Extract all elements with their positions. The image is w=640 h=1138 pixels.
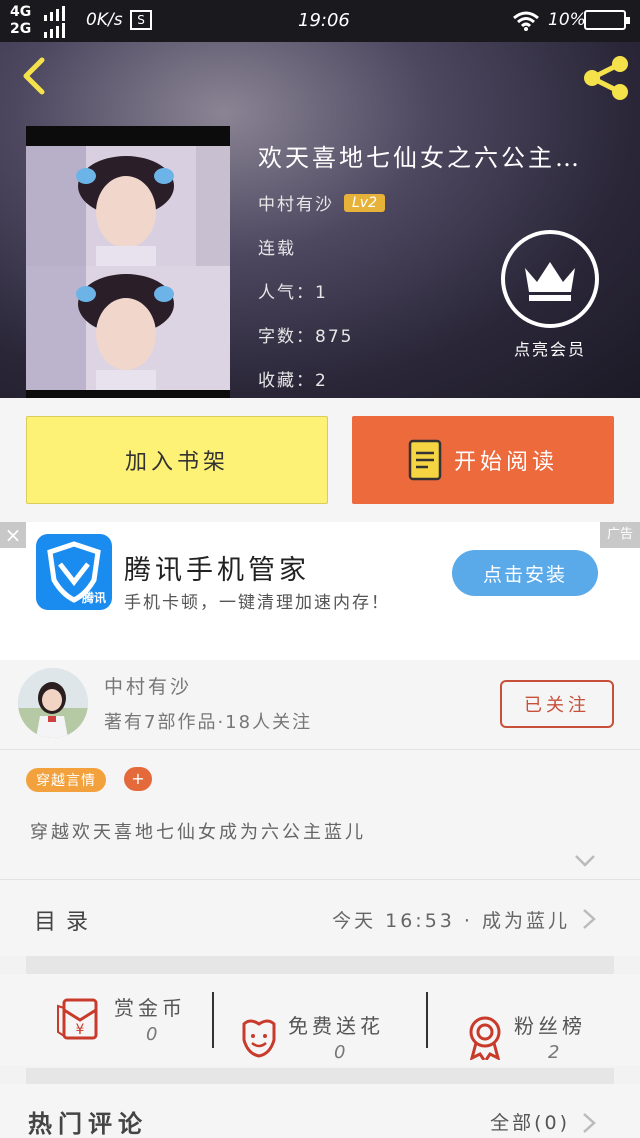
signal-icon — [44, 6, 65, 38]
reward-count: 0 — [146, 1024, 158, 1045]
fan-ranking-button[interactable]: 粉丝榜 2 — [426, 992, 640, 1063]
ad-banner[interactable]: × 广告 腾讯 腾讯手机管家 手机卡顿，一键清理加速内存！ 点击安装 — [0, 522, 640, 660]
author-card-name: 中村有沙 — [104, 676, 193, 698]
network-type: 4G 2G — [10, 4, 32, 37]
start-reading-button[interactable]: 开始阅读 — [352, 416, 614, 504]
chevron-right-icon[interactable] — [582, 1112, 596, 1134]
battery-icon — [584, 10, 630, 30]
medal-icon — [469, 1016, 501, 1060]
notification-icon: S — [130, 10, 152, 30]
ad-tag: 广告 — [600, 522, 640, 548]
author-card[interactable]: 中村有沙 著有7部作品·18人关注 已关注 — [0, 660, 640, 750]
action-bar: 加入书架 开始阅读 — [0, 398, 640, 522]
clock: 19:06 — [298, 10, 350, 31]
chevron-right-icon — [583, 909, 596, 929]
ad-subtitle: 手机卡顿，一键清理加速内存！ — [124, 593, 390, 613]
red-envelope-icon: ¥ — [57, 998, 98, 1040]
chevron-down-icon[interactable] — [574, 854, 596, 868]
reward-label: 赏金币 — [114, 996, 186, 1020]
ad-logo-text: 腾讯 — [81, 591, 106, 605]
latest-chapter: 今天 16:53 · 成为蓝儿 — [332, 910, 570, 932]
book-header: 欢天喜地七仙女之六公主… 中村有沙 Lv2 连载 人气：1 字数：875 收藏：… — [0, 42, 640, 398]
popularity: 人气：1 — [258, 283, 328, 303]
share-icon[interactable] — [580, 52, 632, 104]
favorites-count: 收藏：2 — [258, 371, 328, 391]
network-speed: 0K/s — [86, 10, 123, 30]
divider — [26, 1068, 614, 1084]
genre-tag[interactable]: 穿越言情 — [26, 768, 106, 792]
avatar[interactable] — [18, 668, 88, 738]
comments-title: 热门评论 — [28, 1110, 148, 1138]
flower-icon — [242, 1019, 276, 1058]
follow-button[interactable]: 已关注 — [500, 680, 614, 728]
reward-count: 0 — [334, 1042, 346, 1063]
reward-count: 2 — [548, 1042, 560, 1063]
add-tag-button[interactable]: + — [124, 767, 152, 791]
back-icon[interactable] — [14, 54, 58, 98]
rewards-row: ¥ 赏金币 0 免费送花 0 粉丝榜 2 — [0, 974, 640, 1066]
start-reading-label: 开始阅读 — [453, 450, 558, 475]
hot-comments-header: 热门评论 全部(0) — [0, 1084, 640, 1138]
toc-label: 目录 — [34, 910, 99, 935]
author-stats: 著有7部作品·18人关注 — [104, 712, 313, 733]
reward-coins-button[interactable]: ¥ 赏金币 0 — [0, 974, 212, 1066]
vip-button[interactable]: 点亮会员 — [500, 230, 600, 360]
svg-text:¥: ¥ — [76, 1022, 85, 1038]
book-description: 穿越欢天喜地七仙女成为六公主蓝儿 — [30, 822, 366, 843]
word-count: 字数：875 — [258, 327, 354, 347]
reward-label: 免费送花 — [288, 1014, 384, 1038]
author-row: 中村有沙 Lv2 — [258, 190, 385, 215]
author-name[interactable]: 中村有沙 — [258, 190, 334, 215]
add-to-shelf-button[interactable]: 加入书架 — [26, 416, 328, 504]
battery-percent: 10% — [548, 10, 586, 30]
crown-icon — [501, 230, 599, 328]
vip-label: 点亮会员 — [513, 340, 586, 359]
tags-description: 穿越言情 + 穿越欢天喜地七仙女成为六公主蓝儿 — [0, 750, 640, 880]
wifi-icon — [513, 11, 539, 31]
level-badge: Lv2 — [344, 193, 385, 212]
tencent-shield-icon: 腾讯 — [36, 534, 112, 610]
ad-title: 腾讯手机管家 — [124, 555, 310, 586]
book-cover — [26, 126, 230, 398]
status-bar: 4G 2G 0K/s S 19:06 10% — [0, 0, 640, 42]
install-button[interactable]: 点击安装 — [452, 550, 598, 596]
ad-close-icon[interactable]: × — [0, 522, 26, 548]
table-of-contents-row[interactable]: 目录 今天 16:53 · 成为蓝儿 — [0, 880, 640, 956]
book-title: 欢天喜地七仙女之六公主… — [258, 144, 582, 172]
send-flower-button[interactable]: 免费送花 0 — [212, 992, 426, 1063]
divider — [26, 956, 614, 974]
all-comments-link[interactable]: 全部(0) — [490, 1108, 570, 1135]
book-icon — [408, 439, 442, 481]
reward-label: 粉丝榜 — [514, 1014, 586, 1038]
serial-status: 连载 — [258, 239, 296, 259]
